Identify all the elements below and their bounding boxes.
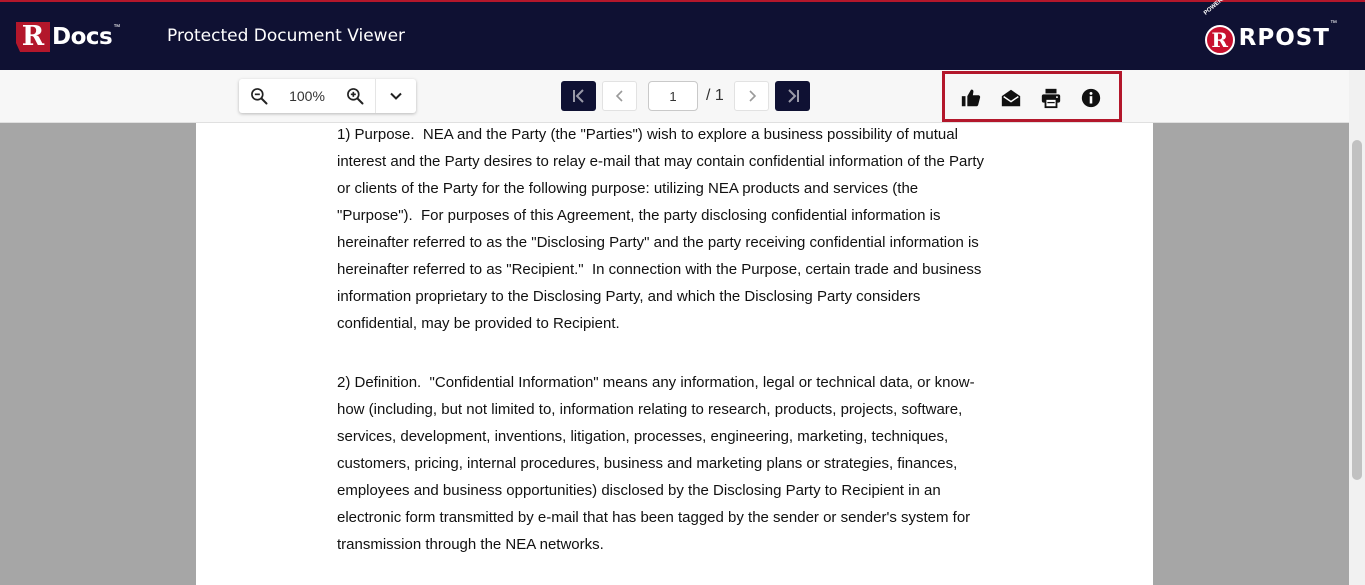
- page-navigation: / 1: [561, 79, 810, 113]
- info-icon: [1081, 88, 1101, 108]
- like-button[interactable]: [959, 86, 983, 110]
- text-line: information proprietary to the Disclosin…: [337, 288, 921, 305]
- text-line: confidential, may be provided to Recipie…: [337, 315, 620, 332]
- zoom-menu-button[interactable]: [376, 79, 416, 113]
- app-title: Protected Document Viewer: [167, 26, 406, 46]
- app-header: R Docs ™ Protected Document Viewer POWER…: [0, 0, 1365, 70]
- text-line: "Purpose"). For purposes of this Agreeme…: [337, 207, 941, 224]
- scrollbar-thumb[interactable]: [1352, 140, 1362, 480]
- first-page-button[interactable]: [561, 81, 596, 111]
- rdocs-logo-text: Docs: [52, 24, 113, 50]
- text-line: customers, pricing, internal procedures,…: [337, 455, 958, 472]
- text-line: how (including, but not limited to, info…: [337, 401, 963, 418]
- rdocs-trademark: ™: [113, 24, 121, 31]
- page-scrollbar[interactable]: [1349, 70, 1365, 585]
- document-page: 1) Purpose. NEA and the Party (the "Part…: [196, 123, 1153, 585]
- page-total: / 1: [706, 87, 724, 104]
- print-button[interactable]: [1039, 86, 1063, 110]
- chevron-right-icon: [748, 90, 756, 102]
- text-line: 1) Purpose. NEA and the Party (the "Part…: [337, 126, 958, 143]
- text-line: hereinafter referred to as "Recipient." …: [337, 261, 982, 278]
- rpost-logo-text: RPOST: [1238, 25, 1330, 51]
- paragraph-definition: 2) Definition. "Confidential Information…: [337, 369, 1027, 558]
- reply-email-button[interactable]: [999, 86, 1023, 110]
- paragraph-purpose: 1) Purpose. NEA and the Party (the "Part…: [337, 121, 1027, 337]
- viewer-toolbar: 100% / 1: [0, 70, 1349, 123]
- next-page-button[interactable]: [734, 81, 769, 111]
- rpost-trademark: ™: [1330, 20, 1337, 27]
- document-viewport: 1) Purpose. NEA and the Party (the "Part…: [0, 123, 1349, 585]
- thumbs-up-icon: [961, 89, 981, 107]
- printer-icon: [1041, 88, 1061, 109]
- text-line: electronic form transmitted by e-mail th…: [337, 509, 971, 526]
- powered-by-label: POWERED BY: [1202, 0, 1238, 17]
- last-page-icon: [787, 89, 799, 103]
- chevron-down-icon: [390, 92, 402, 100]
- rpost-logo-mark: R: [1204, 25, 1235, 55]
- text-line: or clients of the Party for the followin…: [337, 180, 919, 197]
- page-number-input[interactable]: [648, 81, 698, 111]
- zoom-level[interactable]: 100%: [279, 79, 335, 113]
- info-button[interactable]: [1079, 86, 1103, 110]
- zoom-controls: 100%: [239, 79, 416, 113]
- envelope-open-icon: [1001, 89, 1021, 107]
- last-page-button[interactable]: [775, 81, 810, 111]
- chevron-left-icon: [615, 90, 623, 102]
- text-line: employees and business opportunities) di…: [337, 482, 941, 499]
- rdocs-logo: R Docs ™: [16, 20, 120, 54]
- text-line: hereinafter referred to as the "Disclosi…: [337, 234, 979, 251]
- text-line: 2) Definition. "Confidential Information…: [337, 374, 975, 391]
- previous-page-button[interactable]: [602, 81, 637, 111]
- text-line: interest and the Party desires to relay …: [337, 153, 984, 170]
- document-actions: [942, 71, 1122, 122]
- first-page-icon: [572, 89, 584, 103]
- zoom-out-button[interactable]: [239, 79, 279, 113]
- text-line: transmission through the NEA networks.: [337, 536, 604, 553]
- zoom-in-button[interactable]: [335, 79, 375, 113]
- rdocs-logo-mark: R: [16, 22, 50, 52]
- zoom-out-icon: [251, 88, 268, 105]
- zoom-in-icon: [347, 88, 364, 105]
- text-line: services, development, inventions, litig…: [337, 428, 949, 445]
- rpost-logo: POWERED BY R RPOST ™: [1203, 0, 1337, 58]
